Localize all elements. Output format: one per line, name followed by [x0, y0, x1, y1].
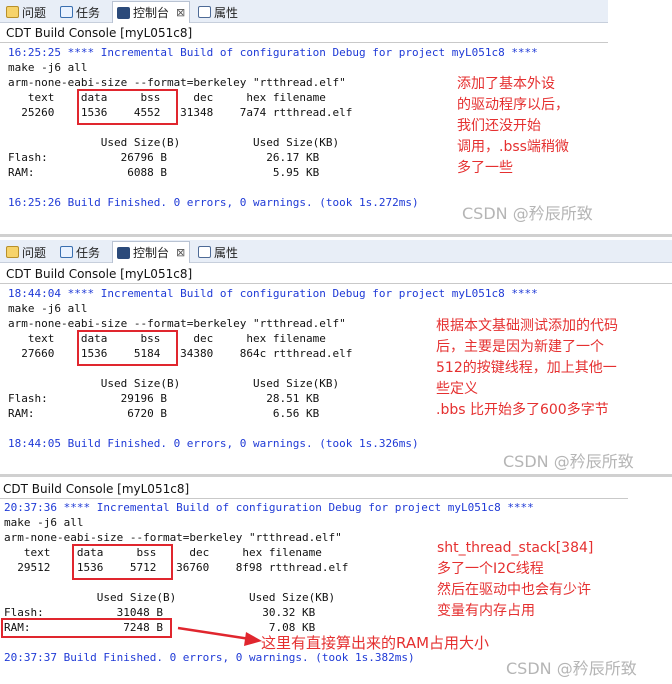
- watermark: CSDN @矜辰所致: [462, 204, 593, 223]
- flash-usage: Flash: 26796 B 26.17 KB: [8, 151, 320, 164]
- properties-icon: [198, 246, 211, 258]
- tab-properties[interactable]: 属性: [198, 242, 238, 262]
- tab-problems[interactable]: 问题: [6, 2, 46, 22]
- close-icon[interactable]: ⊠: [176, 246, 185, 259]
- tab-tasks[interactable]: 任务: [60, 2, 100, 22]
- problems-icon: [6, 246, 19, 258]
- problems-icon: [6, 6, 19, 18]
- build-header: 18:44:04 **** Incremental Build of confi…: [8, 287, 538, 300]
- used-size-header: Used Size(B) Used Size(KB): [4, 591, 336, 604]
- build-header: 20:37:36 **** Incremental Build of confi…: [4, 501, 534, 514]
- watermark: CSDN @矜辰所致: [503, 452, 634, 471]
- data-bss-highlight: [72, 544, 173, 580]
- flash-usage: Flash: 29196 B 28.51 KB: [8, 392, 320, 405]
- console-panel-1: 问题 任务 控制台 ⊠ 属性 CDT Build Console [myL051…: [0, 0, 608, 232]
- console-panel-3: CDT Build Console [myL051c8] 20:37:36 **…: [0, 478, 672, 684]
- build-header: 16:25:25 **** Incremental Build of confi…: [8, 46, 538, 59]
- annotation-note-3: sht_thread_stack[384] 多了一个I2C线程 然后在驱动中也会…: [437, 540, 594, 619]
- view-tabbar-2: 问题 任务 控制台 ⊠ 属性: [0, 240, 672, 263]
- console-icon: [117, 6, 130, 19]
- console-title: CDT Build Console [myL051c8]: [3, 482, 190, 496]
- console-icon: [117, 246, 130, 259]
- ram-highlight: [1, 618, 172, 638]
- watermark: CSDN @矜辰所致: [506, 659, 637, 678]
- tab-properties[interactable]: 属性: [198, 2, 238, 22]
- close-icon[interactable]: ⊠: [176, 6, 185, 19]
- annotation-note-1: 添加了基本外设 的驱动程序以后， 我们还没开始 调用，.bss端稍微 多了一些: [457, 76, 569, 176]
- tab-tasks[interactable]: 任务: [60, 242, 100, 262]
- used-size-header: Used Size(B) Used Size(KB): [8, 377, 340, 390]
- used-size-header: Used Size(B) Used Size(KB): [8, 136, 340, 149]
- tasks-icon: [60, 6, 73, 18]
- make-command: make -j6 all: [8, 302, 88, 315]
- data-bss-highlight: [77, 330, 178, 366]
- tab-console[interactable]: 控制台 ⊠: [112, 1, 191, 23]
- build-finished: 18:44:05 Build Finished. 0 errors, 0 war…: [8, 437, 419, 450]
- make-command: make -j6 all: [8, 61, 88, 74]
- size-command: arm-none-eabi-size --format=berkeley "rt…: [4, 531, 342, 544]
- properties-icon: [198, 6, 211, 18]
- console-title: CDT Build Console [myL051c8]: [6, 26, 193, 40]
- ram-usage: RAM: 6088 B 5.95 KB: [8, 166, 320, 179]
- size-command: arm-none-eabi-size --format=berkeley "rt…: [8, 317, 346, 330]
- size-table-values: 29512 1536 5712 36760 8f98 rtthread.elf: [4, 561, 349, 574]
- size-table-values: 27660 1536 5184 34380 864c rtthread.elf: [8, 347, 353, 360]
- size-table-values: 25260 1536 4552 31348 7a74 rtthread.elf: [8, 106, 353, 119]
- annotation-note-2: 根据本文基础测试添加的代码 后，主要是因为新建了一个 512的按键线程，加上其他…: [436, 318, 618, 418]
- tab-problems[interactable]: 问题: [6, 242, 46, 262]
- console-panel-2: 问题 任务 控制台 ⊠ 属性 CDT Build Console [myL051…: [0, 240, 672, 472]
- arrow-icon: [177, 626, 262, 646]
- make-command: make -j6 all: [4, 516, 84, 529]
- tab-console[interactable]: 控制台 ⊠: [112, 241, 191, 263]
- console-title: CDT Build Console [myL051c8]: [6, 267, 193, 281]
- tasks-icon: [60, 246, 73, 258]
- view-tabbar-1: 问题 任务 控制台 ⊠ 属性: [0, 0, 608, 23]
- size-command: arm-none-eabi-size --format=berkeley "rt…: [8, 76, 346, 89]
- build-finished: 16:25:26 Build Finished. 0 errors, 0 war…: [8, 196, 419, 209]
- data-bss-highlight: [77, 89, 178, 125]
- arrow-annotation: 这里有直接算出来的RAM占用大小: [261, 634, 490, 652]
- ram-usage: RAM: 6720 B 6.56 KB: [8, 407, 320, 420]
